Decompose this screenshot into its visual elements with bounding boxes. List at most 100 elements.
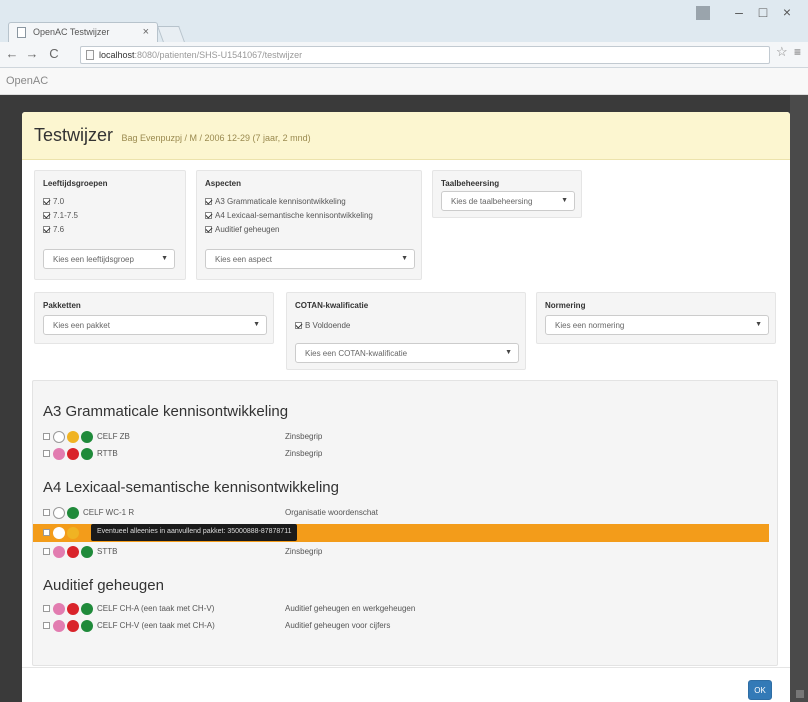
- cotan-select[interactable]: Kies een COTAN-kwalificatie ▼: [295, 343, 519, 363]
- status-dot-white: [53, 431, 65, 443]
- leeftijdsgroep-select[interactable]: Kies een leeftijdsgroep ▼: [43, 249, 175, 269]
- caret-down-icon: ▼: [401, 255, 408, 262]
- panel-leeftijdsgroepen: Leeftijdsgroepen 7.0 7.1-7.5 7.6 Kies ee…: [34, 170, 186, 280]
- panel-title: Taalbeheersing: [441, 179, 500, 188]
- test-name: CELF WC-1 R: [83, 508, 135, 517]
- tab-title: OpenAC Testwijzer: [33, 27, 110, 37]
- checkbox-aspect-3[interactable]: Auditief geheugen: [205, 225, 280, 234]
- scroll-down-arrow-icon[interactable]: [796, 690, 804, 698]
- row-checkbox[interactable]: [43, 433, 50, 440]
- close-tab-icon[interactable]: ×: [143, 26, 149, 38]
- checkbox-cotan-1[interactable]: B Voldoende: [295, 321, 350, 330]
- status-dot-yellow: [67, 431, 79, 443]
- section-heading: A4 Lexicaal-semantische kennisontwikkeli…: [43, 479, 339, 496]
- table-row[interactable]: CELF ZB Zinsbegrip: [41, 430, 771, 444]
- minimize-icon[interactable]: –: [728, 4, 750, 20]
- browser-toolbar: ← → C localhost:8080/patienten/SHS-U1541…: [0, 42, 808, 68]
- page-info-icon[interactable]: [86, 50, 94, 60]
- panel-normering: Normering Kies een normering ▼: [536, 292, 776, 344]
- modal-footer: OK: [22, 667, 790, 702]
- user-icon[interactable]: [696, 6, 710, 20]
- test-aspect: Zinsbegrip: [285, 449, 323, 458]
- table-row[interactable]: STTB Zinsbegrip: [41, 545, 771, 559]
- caret-down-icon: ▼: [161, 255, 168, 262]
- status-dot-white: [53, 527, 65, 539]
- page-icon: [17, 27, 26, 38]
- table-row[interactable]: CELF CH-A (een taak met CH-V) Auditief g…: [41, 602, 771, 616]
- modal-header: Testwijzer Bag Evenpuzpj / M / 2006 12-2…: [22, 112, 790, 160]
- checkbox-leeftijd-1[interactable]: 7.0: [43, 197, 64, 206]
- caret-down-icon: ▼: [253, 321, 260, 328]
- panel-taalbeheersing: Taalbeheersing Kies de taalbeheersing ▼: [432, 170, 582, 218]
- status-dot-red: [67, 620, 79, 632]
- row-checkbox[interactable]: [43, 529, 50, 536]
- ok-button[interactable]: OK: [748, 680, 772, 700]
- row-checkbox[interactable]: [43, 605, 50, 612]
- taalbeheersing-select[interactable]: Kies de taalbeheersing ▼: [441, 191, 575, 211]
- panel-title: Leeftijdsgroepen: [43, 179, 108, 188]
- status-dot-green: [81, 448, 93, 460]
- status-dot-red: [67, 546, 79, 558]
- patient-info: Bag Evenpuzpj / M / 2006 12-29 (7 jaar, …: [121, 133, 311, 143]
- test-aspect: Zinsbegrip: [285, 432, 323, 441]
- caret-down-icon: ▼: [755, 321, 762, 328]
- test-name: STTB: [97, 547, 118, 556]
- test-name: CELF CH-A (een taak met CH-V): [97, 604, 215, 613]
- test-name: CELF CH-V (een taak met CH-A): [97, 621, 215, 630]
- status-dot-red: [67, 603, 79, 615]
- table-row[interactable]: CELF CH-V (een taak met CH-A) Auditief g…: [41, 619, 771, 633]
- menu-icon[interactable]: ≡: [794, 45, 801, 59]
- status-dot-red: [67, 448, 79, 460]
- panel-pakketten: Pakketten Kies een pakket ▼: [34, 292, 274, 344]
- status-dot-green: [81, 603, 93, 615]
- test-aspect: Organisatie woordenschat: [285, 508, 378, 517]
- checkbox-aspect-2[interactable]: A4 Lexicaal-semantische kennisontwikkeli…: [205, 211, 373, 220]
- row-checkbox[interactable]: [43, 622, 50, 629]
- modal-title: Testwijzer: [34, 125, 114, 145]
- row-checkbox[interactable]: [43, 509, 50, 516]
- test-name: RTTB: [97, 449, 118, 458]
- new-tab-button[interactable]: [157, 26, 185, 42]
- row-checkbox[interactable]: [43, 548, 50, 555]
- close-window-icon[interactable]: ×: [776, 4, 798, 20]
- status-dot-white: [53, 507, 65, 519]
- checkbox-leeftijd-2[interactable]: 7.1-7.5: [43, 211, 78, 220]
- maximize-icon[interactable]: □: [752, 4, 774, 20]
- scrollbar[interactable]: [790, 95, 808, 702]
- status-dot-green: [67, 507, 79, 519]
- browser-tab[interactable]: OpenAC Testwijzer ×: [8, 22, 158, 42]
- results-panel: A3 Grammaticale kennisontwikkeling CELF …: [32, 380, 778, 666]
- checkbox-leeftijd-3[interactable]: 7.6: [43, 225, 64, 234]
- status-dot-pink: [53, 546, 65, 558]
- url-path: :8080/patienten/SHS-U1541067/testwijzer: [134, 50, 303, 60]
- aspect-select[interactable]: Kies een aspect ▼: [205, 249, 415, 269]
- browser-tabstrip: OpenAC Testwijzer × – □ ×: [0, 0, 808, 42]
- table-row[interactable]: RTTB Zinsbegrip: [41, 447, 771, 461]
- panel-title: COTAN-kwalificatie: [295, 301, 369, 310]
- normering-select[interactable]: Kies een normering ▼: [545, 315, 769, 335]
- status-dot-pink: [53, 603, 65, 615]
- panel-title: Aspecten: [205, 179, 242, 188]
- pakket-select[interactable]: Kies een pakket ▼: [43, 315, 267, 335]
- forward-icon[interactable]: →: [24, 46, 40, 61]
- url-host: localhost: [99, 50, 135, 60]
- tooltip: Eventueel alleenies in aanvullend pakket…: [91, 524, 298, 541]
- testwijzer-modal: Testwijzer Bag Evenpuzpj / M / 2006 12-2…: [22, 112, 790, 702]
- test-aspect: Zinsbegrip: [285, 547, 323, 556]
- checkbox-aspect-1[interactable]: A3 Grammaticale kennisontwikkeling: [205, 197, 346, 206]
- table-row[interactable]: CELF WC-1 R Organisatie woordenschat: [41, 506, 771, 520]
- test-name: CELF ZB: [97, 432, 130, 441]
- caret-down-icon: ▼: [561, 197, 568, 204]
- status-dot-green: [81, 546, 93, 558]
- back-icon[interactable]: ←: [4, 46, 20, 61]
- row-checkbox[interactable]: [43, 450, 50, 457]
- panel-aspecten: Aspecten A3 Grammaticale kennisontwikkel…: [196, 170, 422, 280]
- bookmark-star-icon[interactable]: ☆: [776, 44, 788, 60]
- app-title: OpenAC: [0, 68, 808, 95]
- test-aspect: Auditief geheugen voor cijfers: [285, 621, 391, 630]
- reload-icon[interactable]: C: [46, 46, 62, 61]
- url-bar[interactable]: localhost:8080/patienten/SHS-U1541067/te…: [80, 46, 770, 64]
- status-dot-green: [81, 620, 93, 632]
- status-dot-pink: [53, 448, 65, 460]
- panel-cotan: COTAN-kwalificatie B Voldoende Kies een …: [286, 292, 526, 370]
